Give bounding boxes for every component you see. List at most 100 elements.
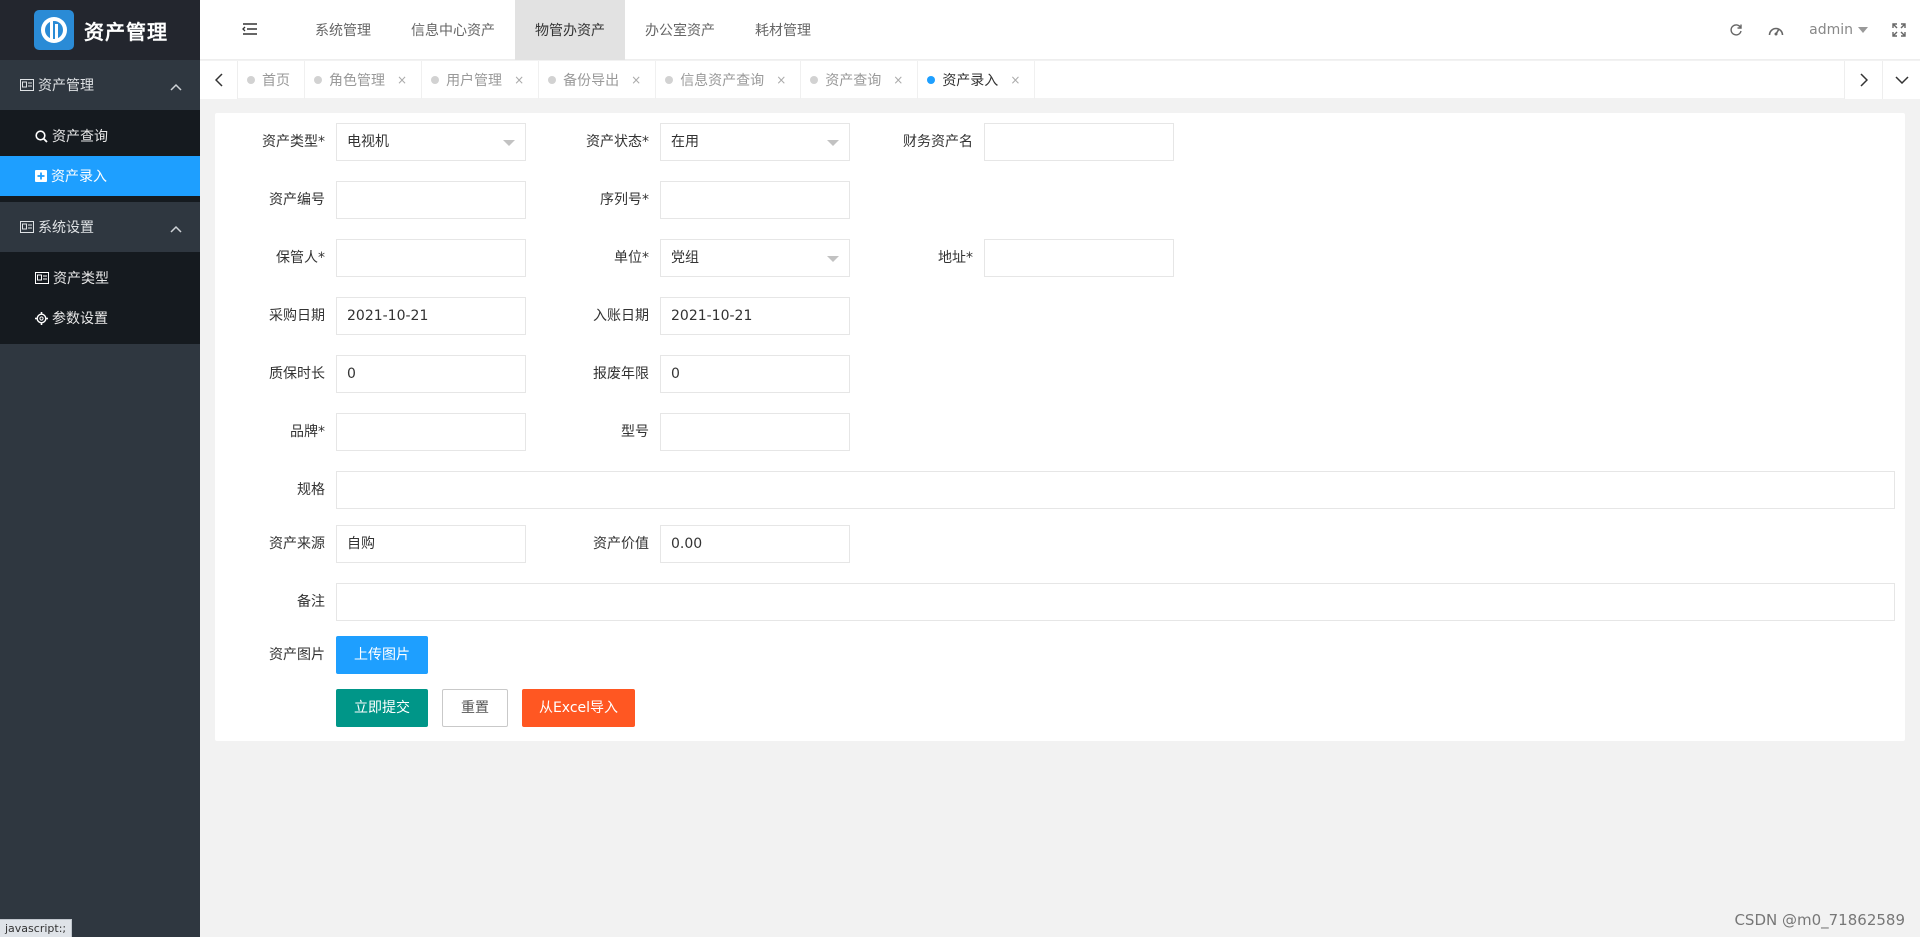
close-icon[interactable]: ×: [631, 73, 641, 87]
app-title: 资产管理: [84, 19, 168, 44]
asset-image-label: 资产图片: [269, 647, 325, 663]
tab-dot: [247, 76, 255, 84]
dropdown-arrow-icon: [827, 256, 839, 262]
topnav-property-office-assets[interactable]: 物管办资产: [515, 0, 625, 60]
close-icon[interactable]: ×: [776, 73, 786, 87]
purchase-date-input[interactable]: 2021-10-21: [336, 297, 526, 335]
tabs-scroll-right-icon[interactable]: [1844, 61, 1882, 99]
asset-entry-form: 资产类型* 电视机 资产状态* 在用 财务资产名 资产编号 序列号* 保管人* …: [215, 113, 1905, 741]
top-right-tools: admin: [1709, 0, 1920, 60]
warranty-input[interactable]: 0: [336, 355, 526, 393]
menu-toggle-icon[interactable]: [242, 22, 258, 40]
remark-input[interactable]: [336, 583, 1895, 621]
tab-asset-entry[interactable]: 资产录入 ×: [918, 61, 1036, 99]
source-input[interactable]: 自购: [336, 525, 526, 563]
tabs-menu-chevron-down-icon[interactable]: [1882, 61, 1920, 99]
fullscreen-icon[interactable]: [1886, 0, 1912, 60]
tab-dot: [665, 76, 674, 84]
unit-select[interactable]: 党组: [660, 239, 850, 277]
serial-no-input[interactable]: [660, 181, 850, 219]
model-input[interactable]: [660, 413, 850, 451]
chevron-up-icon: [170, 79, 182, 95]
sidebar-item-param-settings[interactable]: 参数设置: [0, 298, 200, 338]
brand-label: 品牌*: [290, 424, 325, 440]
spec-label: 规格: [297, 482, 325, 498]
asset-status-select[interactable]: 在用: [660, 123, 850, 161]
watermark: CSDN @m0_71862589: [1734, 911, 1905, 929]
address-input[interactable]: [984, 239, 1174, 277]
tab-role-management[interactable]: 角色管理 ×: [305, 61, 423, 99]
sidebar-group-asset-management[interactable]: 资产管理: [0, 60, 200, 110]
sidebar-group-label: 资产管理: [38, 78, 94, 94]
unit-value: 党组: [671, 250, 699, 266]
submit-button[interactable]: 立即提交: [336, 689, 428, 727]
brand-input[interactable]: [336, 413, 526, 451]
close-icon[interactable]: ×: [397, 73, 407, 87]
tab-dot: [810, 76, 819, 84]
keeper-input[interactable]: [336, 239, 526, 277]
tabs-scroll-left-icon[interactable]: [200, 61, 238, 99]
page-tabs-bar: 首页 角色管理 × 用户管理 × 备份导出 × 信息资产查询 × 资产查询 ×: [200, 61, 1920, 99]
tab-label: 首页: [262, 73, 290, 89]
sidebar-item-asset-query[interactable]: 资产查询: [0, 116, 200, 156]
asset-no-label: 资产编号: [269, 192, 325, 208]
gear-icon: [35, 311, 48, 325]
close-icon[interactable]: ×: [1010, 73, 1020, 87]
sidebar-group-label: 系统设置: [38, 220, 94, 236]
asset-status-value: 在用: [671, 134, 699, 150]
tab-label: 角色管理: [329, 73, 385, 89]
close-icon[interactable]: ×: [514, 73, 524, 87]
scrap-years-input[interactable]: 0: [660, 355, 850, 393]
browser-status-bar: javascript:;: [0, 919, 73, 937]
topnav-office-assets[interactable]: 办公室资产: [625, 0, 735, 60]
import-excel-button[interactable]: 从Excel导入: [522, 689, 635, 727]
tab-backup-export[interactable]: 备份导出 ×: [539, 61, 657, 99]
app-logo[interactable]: 资产管理: [0, 0, 200, 60]
sidebar-item-label: 参数设置: [52, 311, 108, 327]
topnav-consumables[interactable]: 耗材管理: [735, 0, 831, 60]
close-icon[interactable]: ×: [893, 73, 903, 87]
dashboard-icon[interactable]: [1763, 0, 1789, 60]
tab-label: 备份导出: [563, 73, 620, 89]
asset-value-input[interactable]: 0.00: [660, 525, 850, 563]
user-menu[interactable]: admin: [1809, 22, 1868, 38]
tab-label: 用户管理: [446, 73, 503, 89]
sidebar-group-system-settings[interactable]: 系统设置: [0, 202, 200, 252]
asset-status-label: 资产状态*: [586, 134, 649, 150]
tab-info-asset-query[interactable]: 信息资产查询 ×: [656, 61, 802, 99]
submenu-asset-management: 资产查询 资产录入: [0, 110, 200, 202]
sidebar-item-label: 资产查询: [52, 129, 108, 145]
unit-label: 单位*: [614, 250, 649, 266]
sidebar-item-asset-type[interactable]: 资产类型: [0, 258, 200, 298]
refresh-icon[interactable]: [1723, 0, 1749, 60]
address-label: 地址*: [938, 250, 973, 266]
tab-asset-query[interactable]: 资产查询 ×: [801, 61, 919, 99]
username: admin: [1809, 22, 1853, 38]
sidebar-item-label: 资产类型: [53, 271, 109, 287]
tab-label: 资产录入: [942, 73, 999, 89]
topnav-info-center-assets[interactable]: 信息中心资产: [391, 0, 515, 60]
tab-home[interactable]: 首页: [238, 61, 305, 99]
sidebar-item-asset-entry[interactable]: 资产录入: [0, 156, 200, 196]
spec-input[interactable]: [336, 471, 1895, 509]
logo-icon: [34, 10, 74, 50]
top-nav: 系统管理 信息中心资产 物管办资产 办公室资产 耗材管理: [295, 0, 831, 60]
tab-dot: [927, 76, 936, 84]
search-icon: [35, 129, 48, 143]
tab-label: 资产查询: [825, 73, 882, 89]
asset-no-input[interactable]: [336, 181, 526, 219]
upload-image-button[interactable]: 上传图片: [336, 636, 428, 674]
chevron-up-icon: [170, 221, 182, 237]
booking-date-input[interactable]: 2021-10-21: [660, 297, 850, 335]
tab-user-management[interactable]: 用户管理 ×: [422, 61, 540, 99]
asset-type-select[interactable]: 电视机: [336, 123, 526, 161]
remark-label: 备注: [297, 594, 325, 610]
asset-value-label: 资产价值: [593, 536, 649, 552]
model-label: 型号: [621, 424, 649, 440]
serial-no-label: 序列号*: [600, 192, 649, 208]
reset-button[interactable]: 重置: [442, 689, 508, 727]
caret-down-icon: [1858, 27, 1868, 33]
finance-name-input[interactable]: [984, 123, 1174, 161]
purchase-date-label: 采购日期: [269, 308, 325, 324]
topnav-system-management[interactable]: 系统管理: [295, 0, 391, 60]
